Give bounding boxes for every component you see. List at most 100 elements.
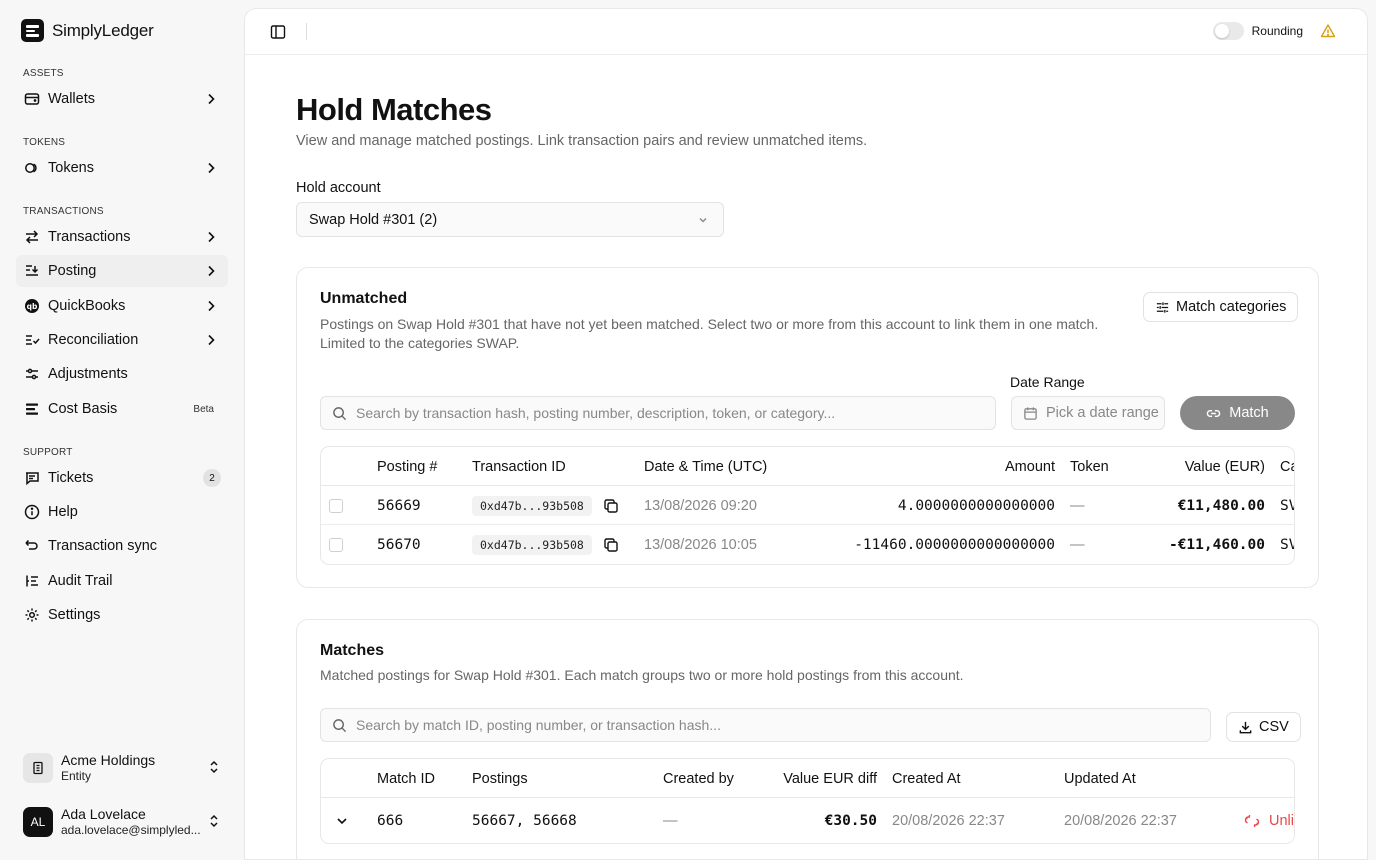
chevron-right-icon <box>208 231 215 243</box>
rounding-switch[interactable] <box>1212 22 1244 40</box>
transaction-hash: 0xd47b...93b508 <box>472 495 592 516</box>
copy-icon[interactable] <box>603 498 619 514</box>
col-created-at[interactable]: Created At <box>892 759 961 798</box>
sidebar-item-reconciliation[interactable]: Reconciliation <box>16 324 228 356</box>
chevron-right-icon <box>208 334 215 346</box>
warning-icon[interactable] <box>1320 23 1336 39</box>
col-postings[interactable]: Postings <box>472 759 528 798</box>
row-checkbox[interactable] <box>329 537 343 552</box>
calendar-icon <box>1024 406 1037 420</box>
section-label-tokens: TOKENS <box>23 137 66 148</box>
col-token[interactable]: Token <box>1070 447 1109 486</box>
col-posting[interactable]: Posting # <box>377 447 437 486</box>
unlink-button[interactable]: Unli <box>1244 798 1294 843</box>
matches-search-placeholder: Search by match ID, posting number, or t… <box>356 717 721 733</box>
sidebar-item-tickets[interactable]: Tickets 2 <box>16 462 228 494</box>
sidebar-item-label: Transaction sync <box>48 538 158 554</box>
sidebar-item-label: Reconciliation <box>48 332 139 348</box>
posting-datetime: 13/08/2026 09:20 <box>644 497 757 514</box>
chevron-right-icon <box>208 162 215 174</box>
match-postings: 56667, 56668 <box>472 813 577 829</box>
sidebar-item-transaction-sync[interactable]: Transaction sync <box>16 530 228 562</box>
col-category[interactable]: Ca <box>1280 447 1294 486</box>
user-email: ada.lovelace@simplyled... <box>61 822 201 837</box>
table-row[interactable]: 56670 0xd47b...93b508 13/08/2026 10:05 -… <box>321 525 1294 564</box>
table-row[interactable]: 666 56667, 56668 — €30.50 20/08/2026 22:… <box>321 798 1294 843</box>
col-amount[interactable]: Amount <box>881 447 1055 486</box>
sidebar-item-cost-basis[interactable]: Cost Basis Beta <box>16 393 228 425</box>
download-icon <box>1239 721 1252 733</box>
hold-account-label: Hold account <box>296 180 381 196</box>
csv-label: CSV <box>1259 719 1289 735</box>
audit-list-icon <box>24 573 40 589</box>
unmatched-card: Unmatched Postings on Swap Hold #301 tha… <box>296 267 1319 588</box>
row-checkbox[interactable] <box>329 498 343 513</box>
beta-badge: Beta <box>193 403 214 415</box>
col-created-by[interactable]: Created by <box>663 759 734 798</box>
sidebar-item-label: Adjustments <box>48 366 128 382</box>
table-row[interactable]: 56669 0xd47b...93b508 13/08/2026 09:20 4… <box>321 486 1294 525</box>
sidebar-item-label: Posting <box>48 263 97 279</box>
match-created-at: 20/08/2026 22:37 <box>892 813 1005 829</box>
match-categories-button[interactable]: Match categories <box>1143 292 1299 322</box>
page-title: Hold Matches <box>296 92 492 127</box>
sidebar-item-settings[interactable]: Settings <box>16 599 228 631</box>
col-updated-at[interactable]: Updated At <box>1064 759 1136 798</box>
col-value-diff[interactable]: Value EUR diff <box>761 759 877 798</box>
chevrons-up-down-icon <box>210 814 218 828</box>
sync-icon <box>24 538 40 554</box>
brand[interactable]: SimplyLedger <box>21 19 154 42</box>
tickets-count-badge: 2 <box>203 469 221 487</box>
sidebar-item-audit-trail[interactable]: Audit Trail <box>16 565 228 597</box>
entity-name: Acme Holdings <box>61 752 156 768</box>
sidebar-item-transactions[interactable]: Transactions <box>16 221 228 253</box>
sidebar-item-label: QuickBooks <box>48 298 126 314</box>
matches-search-input[interactable]: Search by match ID, posting number, or t… <box>320 708 1211 742</box>
hold-account-value: Swap Hold #301 (2) <box>309 211 438 228</box>
posting-number: 56669 <box>377 497 421 514</box>
posting-value: -€11,460.00 <box>1168 536 1265 553</box>
sidebar-item-adjustments[interactable]: Adjustments <box>16 358 228 390</box>
unmatched-search-input[interactable]: Search by transaction hash, posting numb… <box>320 396 996 430</box>
sliders-icon <box>24 366 40 382</box>
cost-basis-icon <box>24 401 40 417</box>
list-check-icon <box>24 332 40 348</box>
sidebar-item-wallets[interactable]: Wallets <box>16 83 228 115</box>
sidebar-toggle-icon[interactable] <box>270 24 286 40</box>
posting-token: — <box>1070 536 1085 553</box>
section-label-assets: ASSETS <box>23 68 64 79</box>
section-label-transactions: TRANSACTIONS <box>23 206 104 217</box>
col-value[interactable]: Value (EUR) <box>1141 447 1265 486</box>
posting-token: — <box>1070 497 1085 514</box>
chevron-down-icon[interactable] <box>335 814 349 828</box>
sidebar-item-quickbooks[interactable]: qb QuickBooks <box>16 290 228 322</box>
date-range-picker[interactable]: Pick a date range <box>1011 396 1165 430</box>
user-menu[interactable]: AL Ada Lovelace ada.lovelace@simplyled..… <box>23 806 233 837</box>
sidebar-item-tokens[interactable]: Tokens <box>16 152 228 184</box>
posting-amount: 4.0000000000000000 <box>897 497 1055 514</box>
sidebar-item-posting[interactable]: Posting <box>16 255 228 287</box>
match-updated-at: 20/08/2026 22:37 <box>1064 813 1177 829</box>
matches-card: Matches Matched postings for Swap Hold #… <box>296 619 1319 859</box>
sidebar-item-label: Settings <box>48 607 101 623</box>
arrows-left-right-icon <box>24 229 40 245</box>
match-button[interactable]: Match <box>1180 396 1295 430</box>
date-range-placeholder: Pick a date range <box>1046 405 1159 421</box>
unmatched-table: Posting # Transaction ID Date & Time (UT… <box>320 446 1295 565</box>
avatar: AL <box>23 806 53 837</box>
rounding-toggle[interactable]: Rounding <box>1212 22 1303 40</box>
csv-export-button[interactable]: CSV <box>1226 712 1301 742</box>
match-id: 666 <box>377 813 404 829</box>
hold-account-select[interactable]: Swap Hold #301 (2) <box>296 202 724 237</box>
sidebar-item-help[interactable]: Help <box>16 496 228 528</box>
sliders-icon <box>1156 301 1169 313</box>
entity-switcher[interactable]: Acme Holdings Entity <box>23 752 233 783</box>
posting-icon <box>24 263 40 279</box>
col-transaction-id[interactable]: Transaction ID <box>472 447 566 486</box>
col-datetime[interactable]: Date & Time (UTC) <box>644 447 767 486</box>
message-icon <box>24 470 40 486</box>
unlink-icon <box>1244 815 1260 827</box>
col-match-id[interactable]: Match ID <box>377 759 435 798</box>
sidebar: SimplyLedger ASSETS Wallets TOKENS Token… <box>0 0 244 860</box>
copy-icon[interactable] <box>603 537 619 553</box>
